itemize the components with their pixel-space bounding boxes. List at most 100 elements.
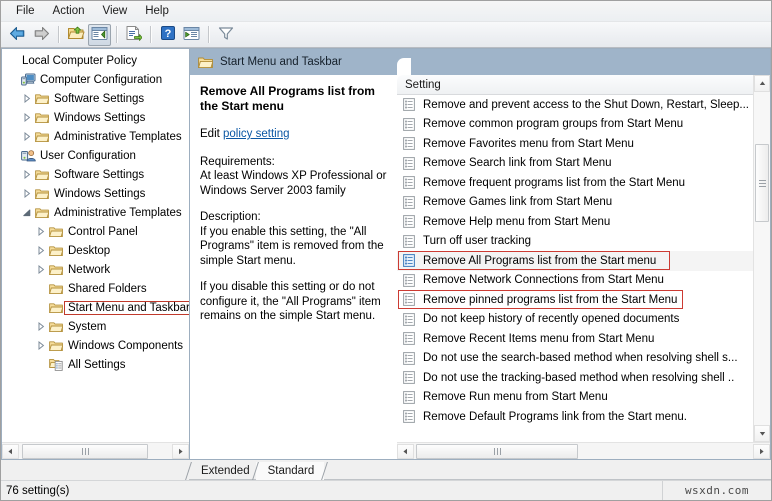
menu-action[interactable]: Action [44,3,94,19]
settings-row-label: Remove Run menu from Start Menu [423,391,608,404]
list-horizontal-scrollbar[interactable] [397,442,770,459]
view-tabs: Extended Standard [1,460,771,480]
settings-row[interactable]: Turn off user tracking [397,232,753,252]
list-hscroll-track[interactable] [414,443,753,459]
settings-list-pane: Setting Remove and prevent access to the… [397,48,771,460]
forward-arrow-icon [33,26,50,44]
settings-row[interactable]: Remove frequent programs list from the S… [397,173,753,193]
policy-setting-icon [403,332,420,346]
menu-view[interactable]: View [94,3,137,19]
vscroll-thumb[interactable] [755,144,769,222]
settings-row-label: Remove Help menu from Start Menu [423,215,611,228]
tree-node-label: System [68,320,107,333]
chevron-right-icon[interactable] [34,265,47,274]
settings-row[interactable]: Remove All Programs list from the Start … [397,251,753,271]
folder-icon [47,321,65,333]
tree-node-desktop[interactable]: Desktop [2,241,189,260]
settings-row[interactable]: Do not keep history of recently opened d… [397,310,753,330]
chevron-right-icon[interactable] [34,341,47,350]
status-count-label: 76 setting(s) [6,484,70,497]
menu-help[interactable]: Help [136,3,178,19]
menu-file[interactable]: File [7,3,44,19]
tree-hscroll-thumb[interactable] [22,443,148,459]
tree-node-windows-settings[interactable]: Windows Settings [2,108,189,127]
help-button[interactable]: ? [156,24,179,46]
requirements-block: Requirements: At least Windows XP Profes… [200,155,387,199]
chevron-right-icon[interactable] [20,94,33,103]
settings-row[interactable]: Remove pinned programs list from the Sta… [397,290,753,310]
tree-hscroll-right-button[interactable] [172,443,189,459]
list-hscroll-right-button[interactable] [753,443,770,459]
folder-icon [47,302,65,314]
chevron-right-icon[interactable] [34,246,47,255]
policy-setting-icon [403,390,420,404]
tree-node-software-settings[interactable]: Software Settings [2,89,189,108]
tree-node-shared-folders[interactable]: Shared Folders [2,279,189,298]
tree-node-all-settings[interactable]: All Settings [2,355,189,374]
chevron-right-icon[interactable] [34,322,47,331]
back-button[interactable] [6,24,29,46]
tree-node-network[interactable]: Network [2,260,189,279]
tree-horizontal-scrollbar[interactable] [2,442,189,459]
policy-setting-icon [403,254,420,268]
tree-node-administrative-templates[interactable]: Administrative Templates [2,203,189,222]
tab-extended[interactable]: Extended [185,462,264,480]
settings-row[interactable]: Do not use the search-based method when … [397,349,753,369]
filter-funnel-icon [218,26,234,44]
chevron-right-icon[interactable] [20,113,33,122]
details-body: Remove All Programs list from the Start … [190,75,397,459]
tree-hscroll-left-button[interactable] [2,443,19,459]
settings-row[interactable]: Remove Search link from Start Menu [397,154,753,174]
settings-row[interactable]: Remove Help menu from Start Menu [397,212,753,232]
chevron-right-icon[interactable] [20,132,33,141]
tree-node-start-menu-and-taskbar[interactable]: Start Menu and Taskbar [2,298,189,317]
list-vertical-scrollbar[interactable] [753,75,770,442]
settings-row[interactable]: Remove and prevent access to the Shut Do… [397,95,753,115]
policy-setting-icon [403,351,420,365]
chevron-down-icon[interactable] [20,208,33,217]
requirements-text: At least Windows XP Professional or Wind… [200,170,387,197]
settings-row[interactable]: Remove Favorites menu from Start Menu [397,134,753,154]
up-one-level-button[interactable] [64,24,87,46]
vscroll-down-button[interactable] [754,425,770,442]
settings-row-label: Remove Games link from Start Menu [423,196,613,209]
settings-row[interactable]: Remove Run menu from Start Menu [397,388,753,408]
settings-row[interactable]: Remove common program groups from Start … [397,115,753,135]
settings-rows[interactable]: Remove and prevent access to the Shut Do… [397,95,753,442]
tree-node-control-panel[interactable]: Control Panel [2,222,189,241]
chevron-right-icon[interactable] [20,170,33,179]
settings-row[interactable]: Remove Default Programs link from the St… [397,407,753,427]
settings-row[interactable]: Remove Recent Items menu from Start Menu [397,329,753,349]
forward-button[interactable] [30,24,53,46]
column-header-setting[interactable]: Setting [397,75,753,95]
tree-node-user-configuration[interactable]: User Configuration [2,146,189,165]
show-hide-console-tree-button[interactable] [88,23,111,46]
tree-node-computer-configuration[interactable]: Computer Configuration [2,70,189,89]
folder-icon [47,245,65,257]
tree-node-system[interactable]: System [2,317,189,336]
list-hscroll-left-button[interactable] [397,443,414,459]
chevron-right-icon[interactable] [34,227,47,236]
vscroll-up-button[interactable] [754,75,770,92]
settings-row[interactable]: Do not use the tracking-based method whe… [397,368,753,388]
tree-node-windows-settings[interactable]: Windows Settings [2,184,189,203]
export-list-button[interactable] [122,24,145,46]
tree-node-software-settings[interactable]: Software Settings [2,165,189,184]
settings-row[interactable]: Remove Games link from Start Menu [397,193,753,213]
tree-node-label: Windows Settings [54,111,146,124]
tree-node-administrative-templates[interactable]: Administrative Templates [2,127,189,146]
edit-policy-line: Edit policy setting [200,127,387,142]
policy-setting-link[interactable]: policy setting [223,128,289,140]
tree-node-local-computer-policy[interactable]: Local Computer Policy [2,51,189,70]
properties-button[interactable] [180,24,203,46]
tab-standard[interactable]: Standard [251,462,329,480]
settings-row-label: Remove Favorites menu from Start Menu [423,137,634,150]
console-tree[interactable]: Local Computer Policy Computer Configurat… [2,49,189,442]
filter-button[interactable] [214,24,237,46]
settings-row[interactable]: Remove Network Connections from Start Me… [397,271,753,291]
tree-hscroll-track[interactable] [19,443,172,459]
chevron-right-icon[interactable] [20,189,33,198]
tree-node-windows-components[interactable]: Windows Components [2,336,189,355]
list-hscroll-thumb[interactable] [416,443,578,459]
vscroll-track[interactable] [754,92,770,425]
